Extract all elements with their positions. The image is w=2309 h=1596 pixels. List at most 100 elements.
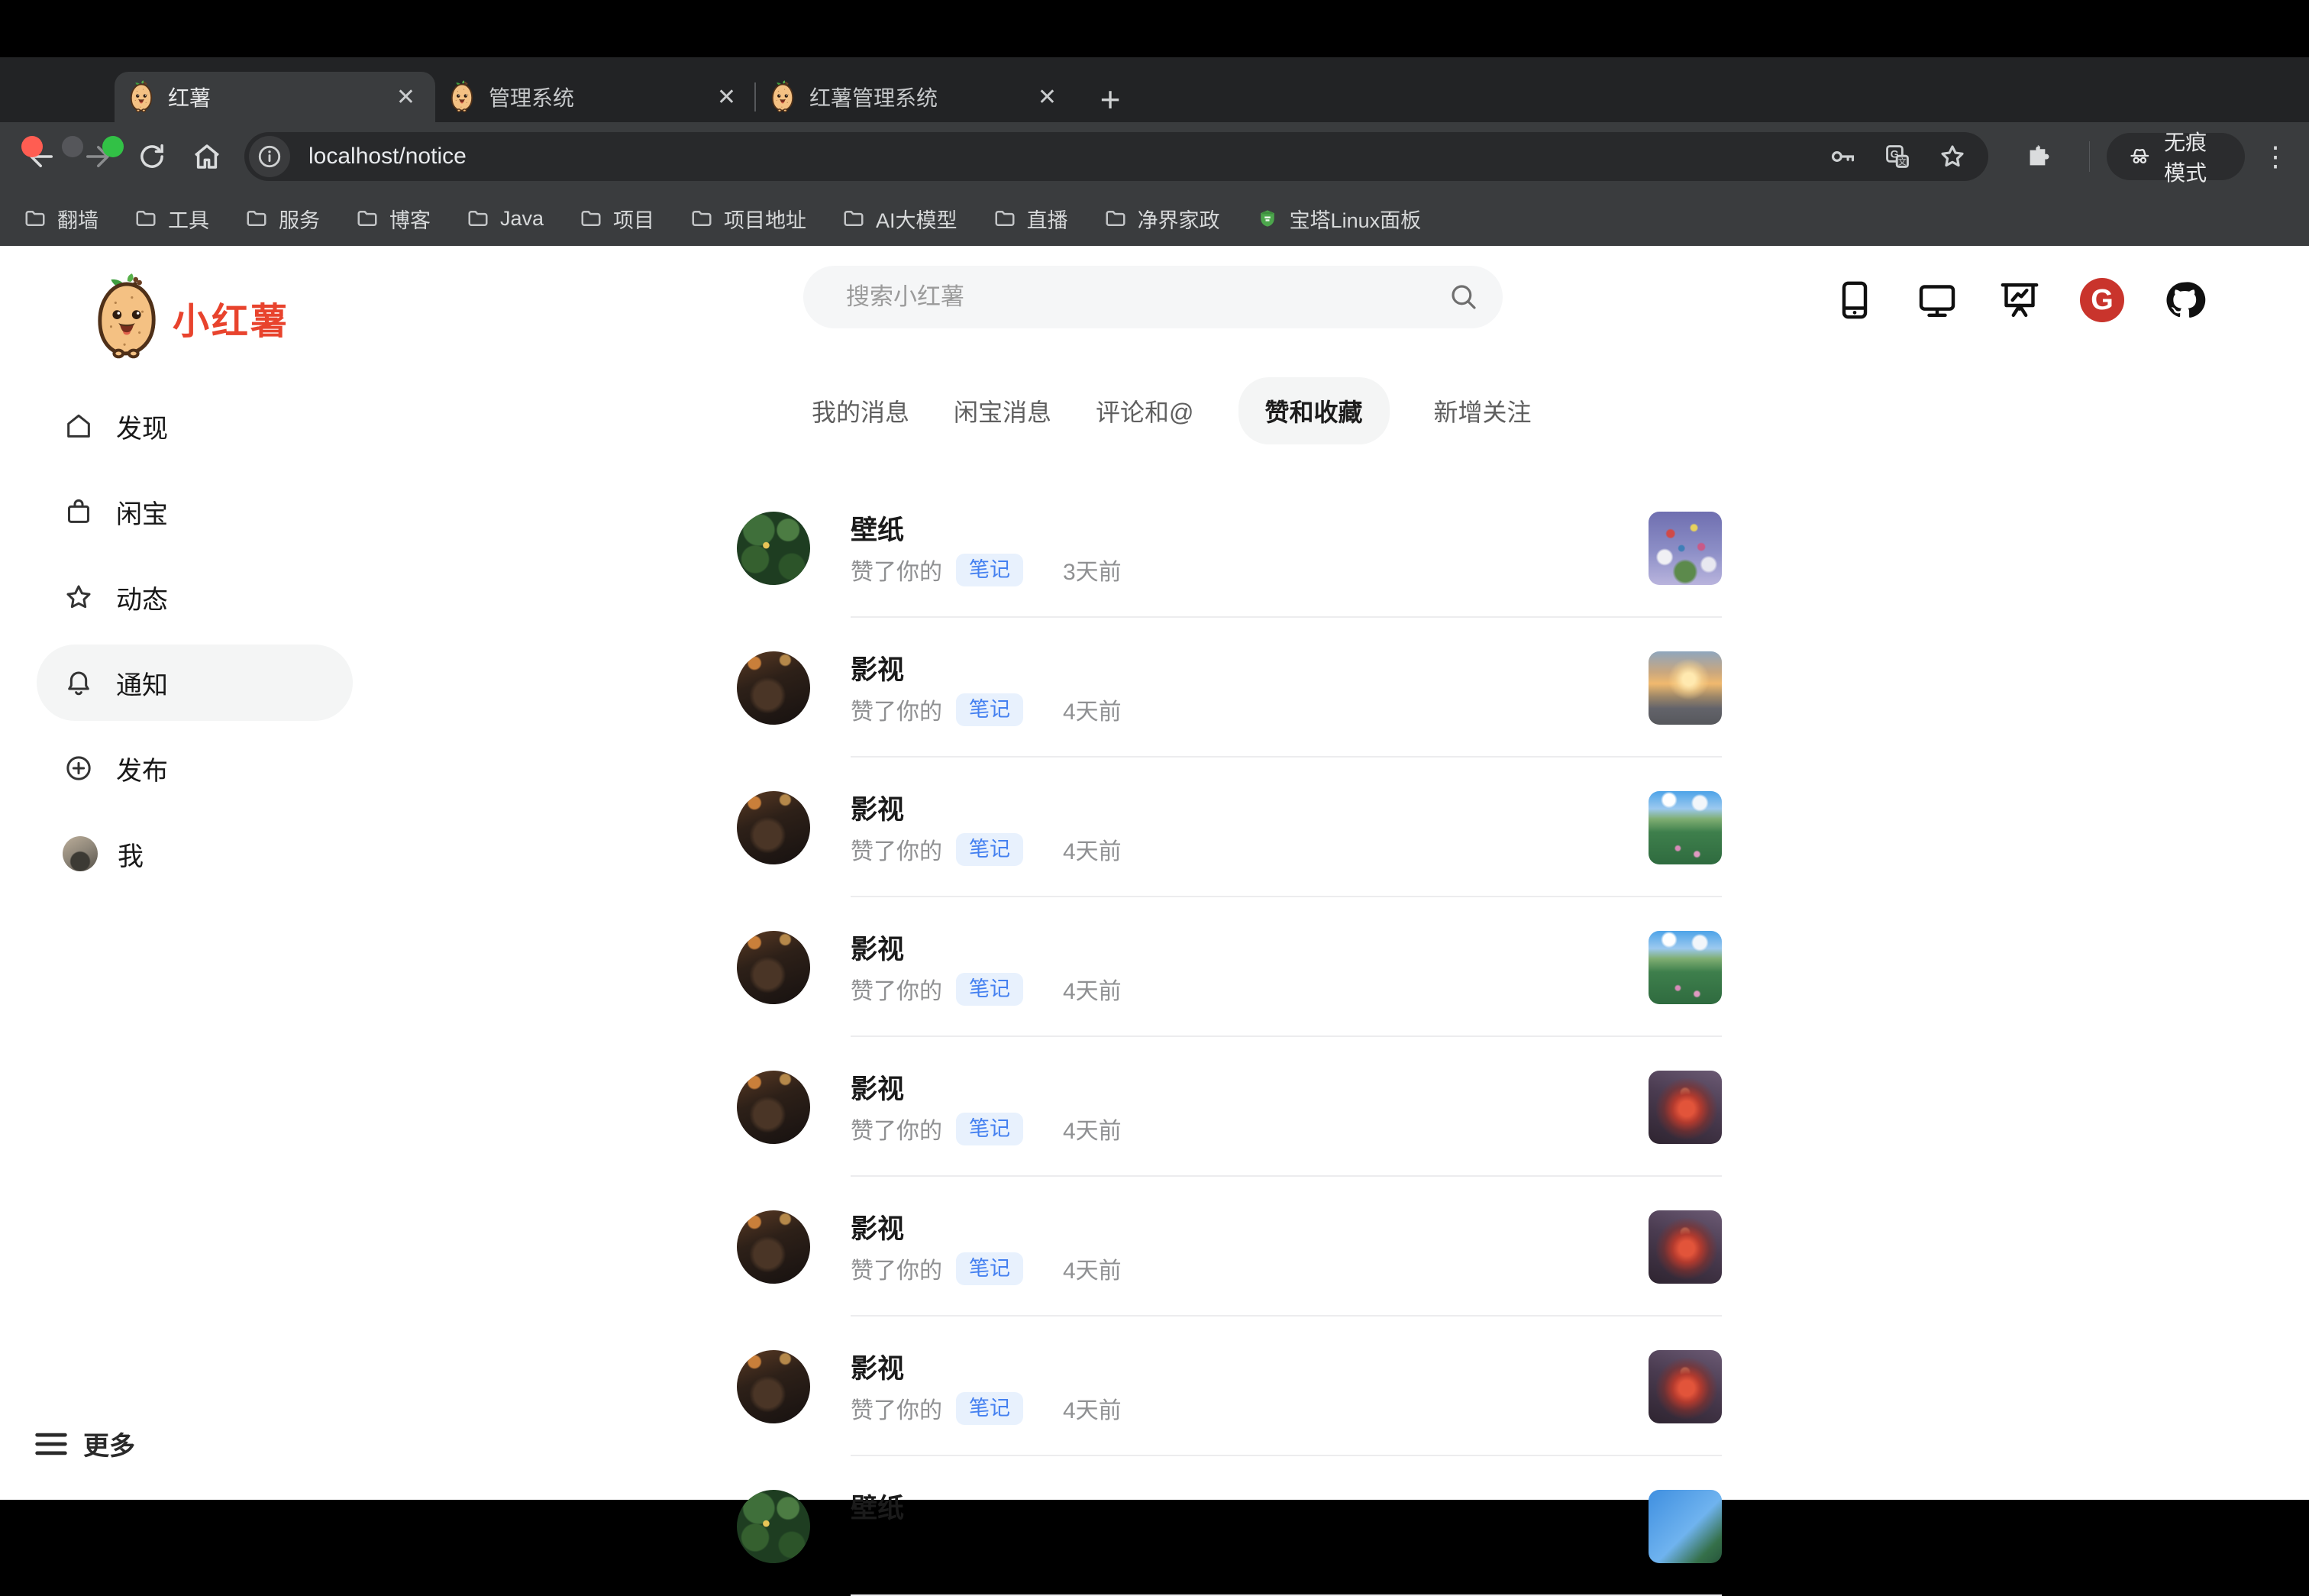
- presentation-chart-icon[interactable]: [1996, 276, 2043, 324]
- note-thumbnail[interactable]: [1649, 791, 1722, 864]
- note-type-badge[interactable]: 笔记: [956, 1113, 1023, 1145]
- browser-tab-title: 管理系统: [489, 82, 712, 112]
- reload-icon[interactable]: [130, 134, 174, 179]
- user-avatar[interactable]: [737, 1490, 810, 1563]
- bookmark-项目地址[interactable]: 项目地址: [689, 204, 806, 234]
- bookmark-star-icon[interactable]: [1935, 139, 1970, 174]
- note-thumbnail[interactable]: [1649, 512, 1722, 585]
- notification-row[interactable]: 影视 赞了你的 笔记 4天前: [737, 1177, 1722, 1317]
- extensions-puzzle-icon[interactable]: [2017, 134, 2062, 179]
- note-thumbnail[interactable]: [1649, 1071, 1722, 1144]
- notification-row[interactable]: 影视 赞了你的 笔记 4天前: [737, 1037, 1722, 1177]
- sidebar-menu: 发现 闲宝 动态 通知 发布 我: [37, 388, 353, 901]
- notification-row[interactable]: 壁纸 赞了你的 笔记 3天前: [737, 478, 1722, 618]
- search-icon[interactable]: [1448, 281, 1480, 313]
- minimize-window-button[interactable]: [62, 136, 83, 157]
- message-tab-我的消息[interactable]: 我的消息: [812, 393, 909, 428]
- notification-row[interactable]: 壁纸: [737, 1456, 1722, 1596]
- browser-tab-title: 红薯管理系统: [809, 82, 1033, 112]
- search-bar[interactable]: [803, 266, 1503, 328]
- sidebar-item-发布[interactable]: 发布: [37, 730, 353, 806]
- github-icon[interactable]: [2161, 276, 2208, 324]
- user-avatar[interactable]: [737, 651, 810, 725]
- user-avatar[interactable]: [737, 1210, 810, 1284]
- notification-user-name[interactable]: 影视: [851, 1068, 904, 1107]
- notification-user-name[interactable]: 影视: [851, 648, 904, 687]
- close-window-button[interactable]: [21, 136, 43, 157]
- close-tab-icon[interactable]: ✕: [712, 84, 741, 111]
- note-type-badge[interactable]: 笔记: [956, 693, 1023, 726]
- sidebar-item-我[interactable]: 我: [37, 816, 353, 892]
- more-button[interactable]: 更多: [34, 1425, 135, 1462]
- note-thumbnail[interactable]: [1649, 1210, 1722, 1284]
- bookmark-翻墙[interactable]: 翻墙: [23, 204, 98, 234]
- bookmark-博客[interactable]: 博客: [355, 204, 431, 234]
- smartphone-icon[interactable]: [1831, 276, 1878, 324]
- sidebar-item-闲宝[interactable]: 闲宝: [37, 473, 353, 550]
- search-input[interactable]: [846, 283, 1448, 311]
- bookmark-label: 净界家政: [1138, 204, 1220, 234]
- user-avatar[interactable]: [737, 931, 810, 1004]
- message-tab-新增关注[interactable]: 新增关注: [1434, 393, 1532, 428]
- notification-row[interactable]: 影视 赞了你的 笔记 4天前: [737, 618, 1722, 758]
- note-thumbnail[interactable]: [1649, 651, 1722, 725]
- notification-time: 3天前: [1063, 553, 1122, 586]
- browser-menu-icon[interactable]: ⋮: [2262, 141, 2289, 173]
- address-bar[interactable]: localhost/notice G文: [244, 132, 1988, 181]
- user-avatar[interactable]: [737, 1350, 810, 1423]
- note-thumbnail[interactable]: [1649, 1490, 1722, 1563]
- notification-user-name[interactable]: 壁纸: [851, 1487, 904, 1526]
- home-icon[interactable]: [185, 134, 229, 179]
- note-thumbnail[interactable]: [1649, 931, 1722, 1004]
- bookmark-宝塔Linux面板[interactable]: 宝塔Linux面板: [1255, 204, 1422, 234]
- bookmark-净界家政[interactable]: 净界家政: [1103, 204, 1220, 234]
- notification-user-name[interactable]: 影视: [851, 1347, 904, 1386]
- sidebar-item-发现[interactable]: 发现: [37, 388, 353, 464]
- close-tab-icon[interactable]: ✕: [1033, 84, 1061, 111]
- notification-row[interactable]: 影视 赞了你的 笔记 4天前: [737, 758, 1722, 897]
- close-tab-icon[interactable]: ✕: [392, 84, 420, 111]
- bookmark-AI大模型[interactable]: AI大模型: [841, 204, 958, 234]
- sidebar-item-通知[interactable]: 通知: [37, 645, 353, 721]
- message-tab-闲宝消息[interactable]: 闲宝消息: [954, 393, 1051, 428]
- note-type-badge[interactable]: 笔记: [956, 833, 1023, 866]
- browser-tab[interactable]: 红薯管理系统 ✕: [756, 72, 1077, 122]
- translate-icon[interactable]: G文: [1880, 139, 1915, 174]
- gitee-icon[interactable]: G: [2078, 276, 2126, 324]
- note-type-badge[interactable]: 笔记: [956, 554, 1023, 586]
- browser-tab[interactable]: 红薯 ✕: [115, 72, 435, 122]
- app-logo[interactable]: 小红薯: [93, 269, 289, 367]
- message-tabs: 我的消息 闲宝消息 评论和@ 赞和收藏 新增关注: [812, 380, 1532, 441]
- notification-row[interactable]: 影视 赞了你的 笔记 4天前: [737, 1317, 1722, 1456]
- bookmark-项目[interactable]: 项目: [579, 204, 654, 234]
- note-thumbnail[interactable]: [1649, 1350, 1722, 1423]
- notification-user-name[interactable]: 影视: [851, 788, 904, 827]
- home-icon: [63, 410, 95, 442]
- bookmark-Java[interactable]: Java: [466, 207, 544, 231]
- passwords-key-icon[interactable]: [1825, 139, 1860, 174]
- notification-user-name[interactable]: 壁纸: [851, 509, 904, 548]
- bookmark-工具[interactable]: 工具: [134, 204, 209, 234]
- sidebar-item-动态[interactable]: 动态: [37, 559, 353, 635]
- notification-action-text: 赞了你的: [851, 553, 942, 586]
- note-type-badge[interactable]: 笔记: [956, 1252, 1023, 1285]
- site-info-icon[interactable]: [249, 136, 290, 177]
- new-tab-button[interactable]: +: [1089, 76, 1132, 122]
- notification-user-name[interactable]: 影视: [851, 928, 904, 967]
- bookmark-直播[interactable]: 直播: [993, 204, 1068, 234]
- browser-tab[interactable]: 管理系统 ✕: [435, 72, 756, 122]
- user-avatar[interactable]: [737, 791, 810, 864]
- user-avatar[interactable]: [737, 512, 810, 585]
- message-tab-赞和收藏[interactable]: 赞和收藏: [1238, 377, 1390, 444]
- note-type-badge[interactable]: 笔记: [956, 1392, 1023, 1425]
- fullscreen-window-button[interactable]: [102, 136, 124, 157]
- bookmark-label: 项目: [613, 204, 654, 234]
- url-text[interactable]: localhost/notice: [308, 144, 1805, 170]
- note-type-badge[interactable]: 笔记: [956, 973, 1023, 1006]
- notification-user-name[interactable]: 影视: [851, 1207, 904, 1246]
- monitor-icon[interactable]: [1913, 276, 1961, 324]
- notification-row[interactable]: 影视 赞了你的 笔记 4天前: [737, 897, 1722, 1037]
- user-avatar[interactable]: [737, 1071, 810, 1144]
- message-tab-评论和@[interactable]: 评论和@: [1096, 393, 1194, 428]
- bookmark-服务[interactable]: 服务: [244, 204, 320, 234]
